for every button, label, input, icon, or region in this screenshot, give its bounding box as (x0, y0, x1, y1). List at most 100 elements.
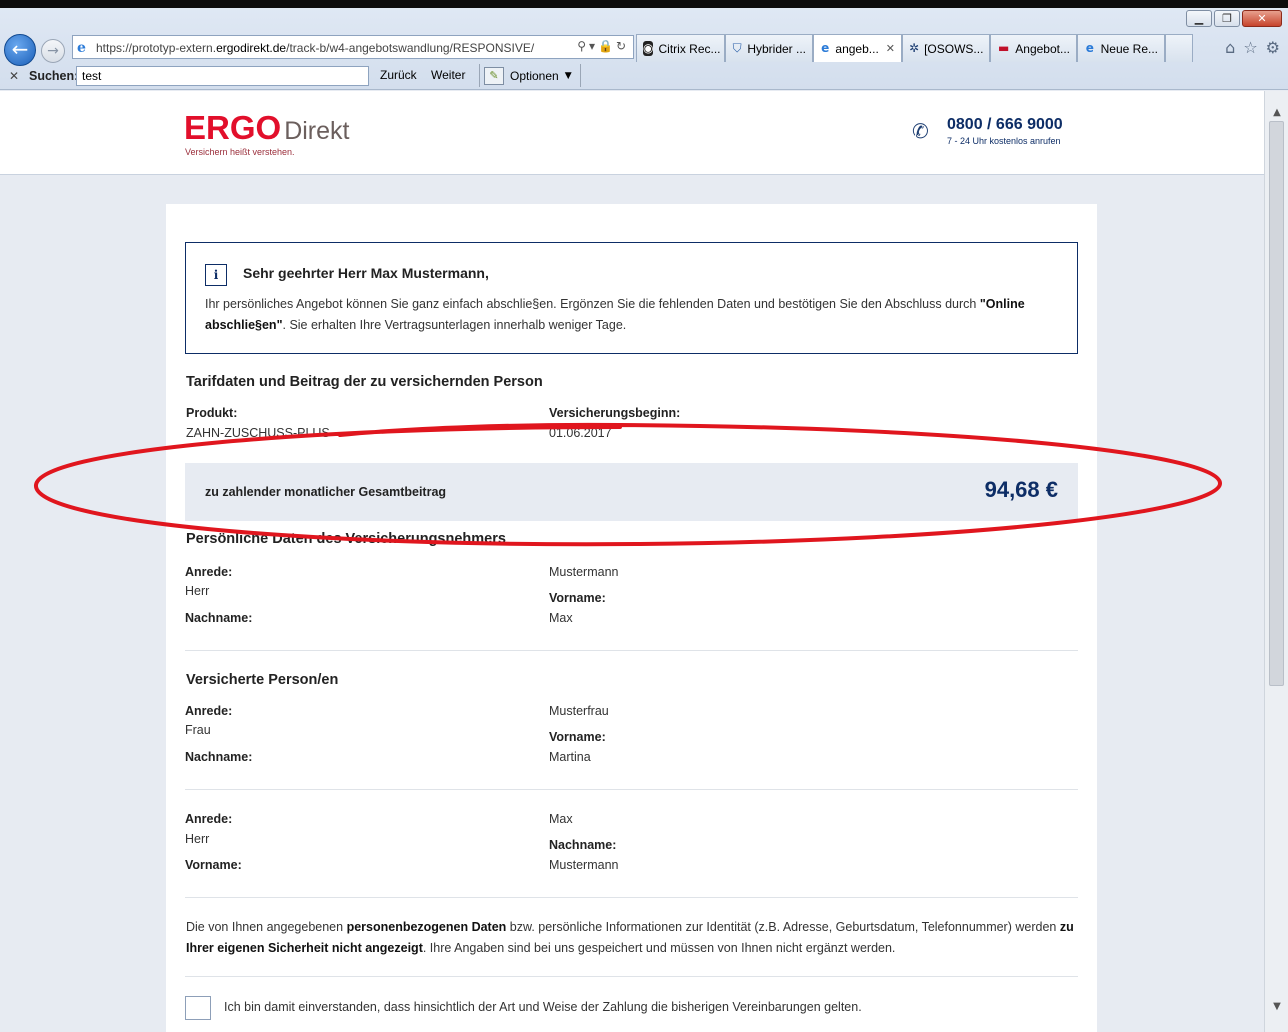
highlight-pen-icon[interactable]: ✎ (484, 66, 504, 85)
shield-icon: ⛉ (732, 41, 742, 55)
find-previous-button[interactable]: Zurück (380, 68, 417, 82)
insured1-nachname-value: Musterfrau (549, 704, 609, 718)
close-find-icon[interactable]: ✕ (9, 69, 19, 83)
holder-vorname-label: Vorname: (549, 591, 606, 605)
tab-hybrider[interactable]: ⛉ Hybrider ... (725, 34, 813, 62)
logo-direkt: Direkt (284, 117, 350, 145)
browser-chrome: ▁ ❐ ✕ ← → e https://prototyp-extern.ergo… (0, 8, 1288, 90)
offer-card: i Sehr geehrter Herr Max Mustermann, Ihr… (166, 204, 1097, 1032)
tab-angebot2[interactable]: ▬ Angebot... (990, 34, 1077, 62)
find-label: Suchen: (29, 69, 79, 83)
site-header: ERGO Direkt Versichern heißt verstehen. ✆… (0, 91, 1264, 175)
ie-icon: e (77, 40, 86, 56)
close-button[interactable]: ✕ (1242, 10, 1282, 27)
tab-neue[interactable]: e Neue Re... (1077, 34, 1165, 62)
holder-anrede-value: Herr (185, 584, 210, 598)
info-box: i Sehr geehrter Herr Max Mustermann, Ihr… (185, 242, 1078, 354)
info-text: . Sie erhalten Ihre Vertragsunterlagen i… (282, 318, 627, 332)
ergo-direkt-logo[interactable]: ERGO Direkt Versichern heißt verstehen. (184, 109, 350, 157)
insured2-anrede-value: Herr (185, 832, 210, 846)
find-bar: ✕ Suchen: Zurück Weiter ✎ Optionen ▼ (0, 64, 1288, 90)
scroll-up-icon[interactable]: ▲ (1269, 105, 1285, 121)
page-viewport: ERGO Direkt Versichern heißt verstehen. ✆… (0, 91, 1264, 1032)
minimize-button[interactable]: ▁ (1186, 10, 1212, 27)
network-icon: ✲ (909, 41, 920, 55)
tab-angebot-active[interactable]: e angeb... ✕ (813, 34, 902, 62)
logo-ergo: ERGO (184, 109, 282, 146)
find-next-button[interactable]: Weiter (431, 68, 465, 82)
info-text: Ihr persönliches Angebot können Sie ganz… (205, 297, 980, 311)
phone-icon: ✆ (912, 119, 929, 143)
favorites-star-icon[interactable]: ☆ (1243, 38, 1257, 57)
chevron-down-icon: ▼ (564, 70, 572, 81)
scrollbar-thumb[interactable] (1269, 121, 1284, 686)
total-premium-bar: zu zahlender monatlicher Gesamtbeitrag 9… (185, 463, 1078, 521)
address-tools[interactable]: ⚲▾🔒↻ (577, 39, 629, 53)
scroll-down-icon[interactable]: ▼ (1269, 999, 1285, 1015)
divider (185, 976, 1078, 977)
find-options-button[interactable]: ✎ Optionen ▼ (479, 64, 581, 87)
product-value: ZAHN-ZUSCHUSS-PLUS (186, 426, 330, 440)
tab-label: Neue Re... (1100, 41, 1158, 56)
tab-citrix[interactable]: ◉ Citrix Rec... (636, 34, 725, 62)
vertical-scrollbar[interactable]: ▲ ▼ (1264, 91, 1288, 1032)
section-title-tarif: Tarifdaten und Beitrag der zu versichern… (186, 374, 543, 390)
insured2-vorname-label: Vorname: (185, 858, 242, 872)
phone-number[interactable]: 0800 / 666 9000 (947, 116, 1063, 134)
insured1-nachname-label: Nachname: (185, 750, 253, 764)
new-tab-button[interactable] (1165, 34, 1193, 62)
section-title-holder: Persönliche Daten des Versicherungsnehme… (186, 531, 506, 547)
flag-icon: ▬ (997, 41, 1010, 55)
holder-nachname-value: Mustermann (549, 565, 619, 579)
consent-label[interactable]: Ich bin damit einverstanden, dass hinsic… (224, 1000, 862, 1014)
address-url[interactable]: https://prototyp-extern.ergodirekt.de/tr… (96, 41, 534, 55)
product-label: Produkt: (186, 406, 238, 420)
section-title-insured: Versicherte Person/en (186, 672, 339, 688)
url-path: /track-b/w4-angebotswandlung/RESPONSIVE/ (286, 41, 535, 55)
insured1-anrede-value: Frau (185, 723, 211, 737)
find-input[interactable] (76, 66, 369, 86)
greeting: Sehr geehrter Herr Max Mustermann, (243, 265, 489, 281)
insured2-vorname-value: Max (549, 812, 573, 826)
forward-button[interactable]: → (41, 39, 65, 63)
phone-hint: 7 - 24 Uhr kostenlos anrufen (947, 136, 1061, 146)
holder-vorname-value: Max (549, 611, 573, 625)
insured2-anrede-label: Anrede: (185, 812, 233, 826)
tab-osows[interactable]: ✲ [OSOWS... (902, 34, 990, 62)
ie-icon: e (821, 41, 830, 55)
find-options-label: Optionen (510, 68, 559, 83)
url-prefix: https://prototyp-extern. (96, 41, 217, 55)
privacy-notice: Die von Ihnen angegebenen personenbezoge… (186, 917, 1076, 959)
navigation-row: ← → e https://prototyp-extern.ergodirekt… (0, 32, 1288, 66)
privacy-text: Die von Ihnen angegebenen (186, 920, 347, 934)
insured2-nachname-label: Nachname: (549, 838, 617, 852)
holder-nachname-label: Nachname: (185, 611, 253, 625)
window-controls: ▁ ❐ ✕ (1186, 10, 1282, 27)
start-date-label: Versicherungsbeginn: (549, 406, 681, 420)
info-message: Ihr persönliches Angebot können Sie ganz… (205, 294, 1065, 336)
maximize-button[interactable]: ❐ (1214, 10, 1240, 27)
total-premium-label: zu zahlender monatlicher Gesamtbeitrag (205, 485, 447, 499)
holder-anrede-label: Anrede: (185, 565, 233, 579)
insured1-vorname-value: Martina (549, 750, 591, 764)
info-icon: i (205, 264, 227, 286)
privacy-text: bzw. persönliche Informationen zur Ident… (506, 920, 1060, 934)
total-premium-value: 94,68 € (984, 477, 1058, 502)
consent-checkbox[interactable] (185, 996, 211, 1020)
divider (185, 789, 1078, 790)
start-date-value: 01.06.2017 (549, 426, 612, 440)
settings-gear-icon[interactable]: ⚙ (1266, 38, 1280, 57)
window-top-strip (0, 0, 1288, 8)
tab-label: Angebot... (1015, 41, 1070, 56)
tab-label: Citrix Rec... (658, 41, 721, 56)
ie-icon: e (1085, 41, 1094, 55)
tab-label: [OSOWS... (924, 41, 984, 56)
divider (185, 650, 1078, 651)
close-tab-icon[interactable]: ✕ (886, 42, 895, 55)
browser-toolbar-icons: ⌂ ☆ ⚙ (1225, 38, 1280, 57)
url-domain: ergodirekt.de (216, 41, 287, 55)
address-bar[interactable]: e https://prototyp-extern.ergodirekt.de/… (72, 35, 634, 59)
home-icon[interactable]: ⌂ (1225, 38, 1235, 57)
insured1-vorname-label: Vorname: (549, 730, 606, 744)
back-button[interactable]: ← (4, 34, 36, 66)
